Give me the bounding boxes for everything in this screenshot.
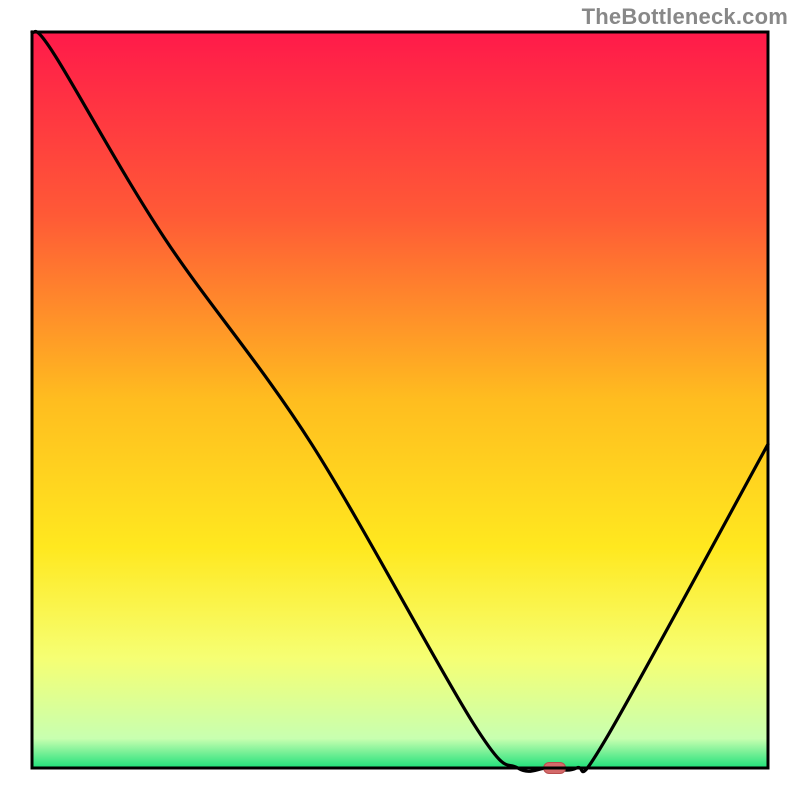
watermark-text: TheBottleneck.com	[582, 4, 788, 30]
bottleneck-chart	[0, 0, 800, 800]
chart-container: TheBottleneck.com	[0, 0, 800, 800]
plot-background	[32, 32, 768, 768]
